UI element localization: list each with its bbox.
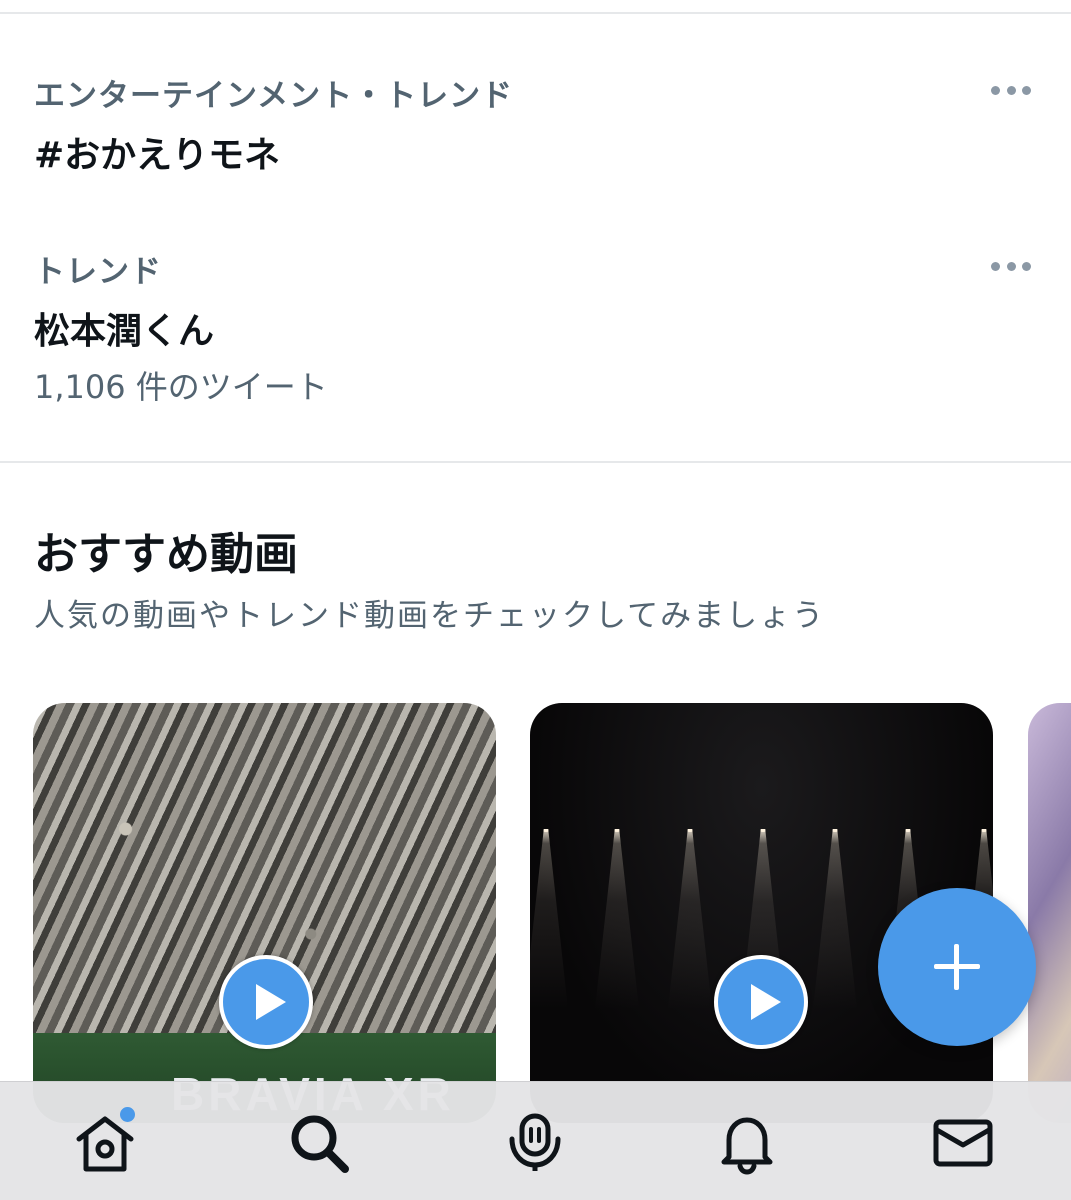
spaces-mic-icon — [509, 1113, 561, 1171]
play-icon[interactable] — [714, 955, 808, 1049]
bottom-tab-bar — [0, 1081, 1071, 1200]
video-card[interactable] — [1028, 703, 1071, 1123]
trend-title: #おかえりモネ — [34, 135, 281, 176]
bell-icon — [721, 1117, 773, 1175]
envelope-icon — [933, 1119, 993, 1167]
new-content-badge — [120, 1107, 135, 1122]
play-icon[interactable] — [219, 955, 313, 1049]
trend-tweet-count: 1,106 件のツイート — [34, 368, 328, 406]
trend-category: トレンド — [34, 254, 162, 290]
explore-page: エンターテインメント・トレンド #おかえりモネ トレンド 松本潤くん 1,106… — [0, 0, 1071, 1200]
video-card[interactable]: BRAVIA XR — [33, 703, 496, 1123]
section-subtitle: 人気の動画やトレンド動画をチェックしてみましょう — [34, 598, 826, 634]
tab-messages[interactable] — [928, 1108, 998, 1178]
search-icon — [291, 1115, 349, 1173]
trend-category: エンターテインメント・トレンド — [34, 78, 514, 114]
tab-home[interactable] — [70, 1107, 140, 1178]
section-title: おすすめ動画 — [34, 529, 298, 580]
more-icon[interactable] — [991, 80, 1031, 100]
more-icon[interactable] — [991, 256, 1031, 276]
tab-notifications[interactable] — [712, 1108, 782, 1178]
tab-search[interactable] — [284, 1108, 354, 1178]
trend-item[interactable]: エンターテインメント・トレンド #おかえりモネ — [0, 60, 1071, 200]
trend-title: 松本潤くん — [34, 311, 215, 352]
trend-item[interactable]: トレンド 松本潤くん 1,106 件のツイート — [0, 236, 1071, 426]
top-divider — [0, 12, 1071, 14]
tab-spaces[interactable] — [500, 1108, 570, 1178]
section-divider — [0, 461, 1071, 463]
compose-plus-icon[interactable] — [878, 888, 1036, 1046]
